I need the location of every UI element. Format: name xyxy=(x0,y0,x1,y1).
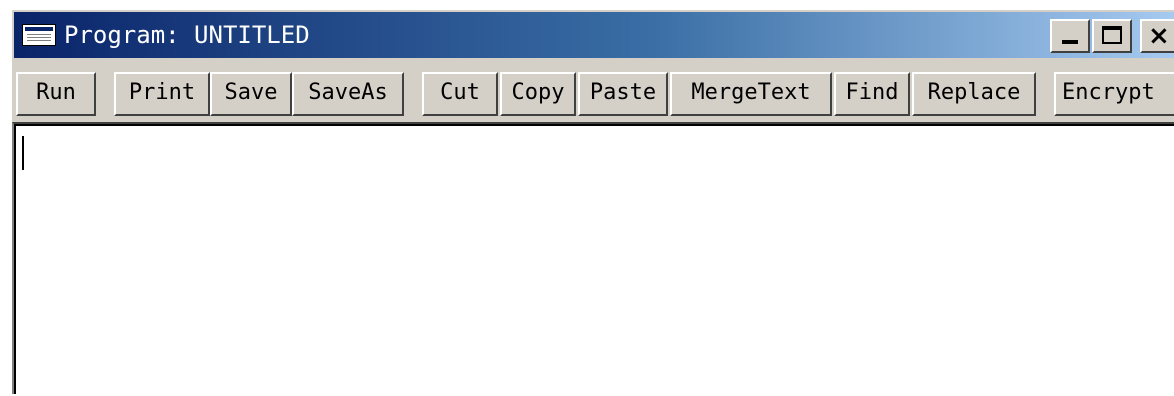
text-caret xyxy=(22,136,24,170)
close-icon: × xyxy=(1148,21,1170,51)
program-window: Program: UNTITLED × Run Print Save SaveA… xyxy=(10,8,1174,394)
program-editor[interactable] xyxy=(14,124,1174,394)
replace-button[interactable]: Replace xyxy=(912,72,1036,116)
encrypt-button[interactable]: Encrypt xyxy=(1054,72,1174,116)
window-title: Program: UNTITLED xyxy=(64,21,310,49)
merge-text-button[interactable]: MergeText xyxy=(670,72,832,116)
cut-button[interactable]: Cut xyxy=(422,72,498,116)
save-button[interactable]: Save xyxy=(210,72,292,116)
app-window-icon[interactable] xyxy=(22,24,56,46)
paste-button[interactable]: Paste xyxy=(578,72,668,116)
save-as-button[interactable]: SaveAs xyxy=(292,72,404,116)
run-button[interactable]: Run xyxy=(16,72,96,116)
find-button[interactable]: Find xyxy=(834,72,910,116)
print-button[interactable]: Print xyxy=(114,72,210,116)
minimize-button[interactable] xyxy=(1050,19,1090,53)
maximize-icon xyxy=(1102,26,1122,44)
toolbar: Run Print Save SaveAs Cut Copy Paste Mer… xyxy=(14,72,1174,124)
maximize-button[interactable] xyxy=(1092,19,1132,53)
close-button[interactable]: × xyxy=(1140,19,1174,53)
minimize-icon xyxy=(1062,40,1078,44)
title-bar[interactable]: Program: UNTITLED × xyxy=(14,12,1174,58)
copy-button[interactable]: Copy xyxy=(500,72,576,116)
editor-frame xyxy=(12,122,1174,394)
